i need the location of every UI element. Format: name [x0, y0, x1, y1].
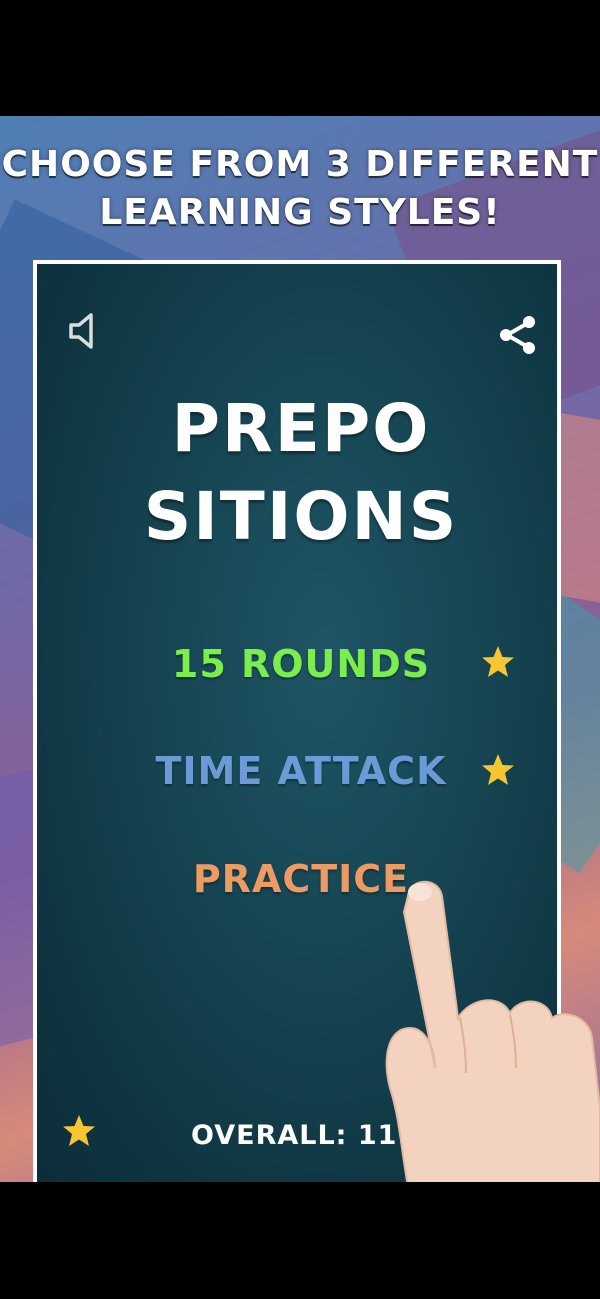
- pointing-hand-image: [380, 868, 600, 1199]
- share-icon[interactable]: [497, 314, 539, 356]
- star-icon: [480, 752, 516, 788]
- game-title-line-2: SITIONS: [143, 478, 459, 555]
- headline-line-2: LEARNING STYLES!: [99, 192, 501, 233]
- headline-line-1: CHOOSE FROM 3 DIFFERENT: [1, 144, 599, 185]
- star-icon: [480, 644, 516, 680]
- bottom-black-bar: [0, 1182, 600, 1299]
- top-black-bar: [0, 0, 600, 116]
- speaker-icon[interactable]: [67, 311, 101, 351]
- promo-headline: CHOOSE FROM 3 DIFFERENT LEARNING STYLES!: [0, 141, 600, 237]
- star-icon: [61, 1113, 97, 1149]
- game-title-line-1: PREPO: [171, 390, 431, 467]
